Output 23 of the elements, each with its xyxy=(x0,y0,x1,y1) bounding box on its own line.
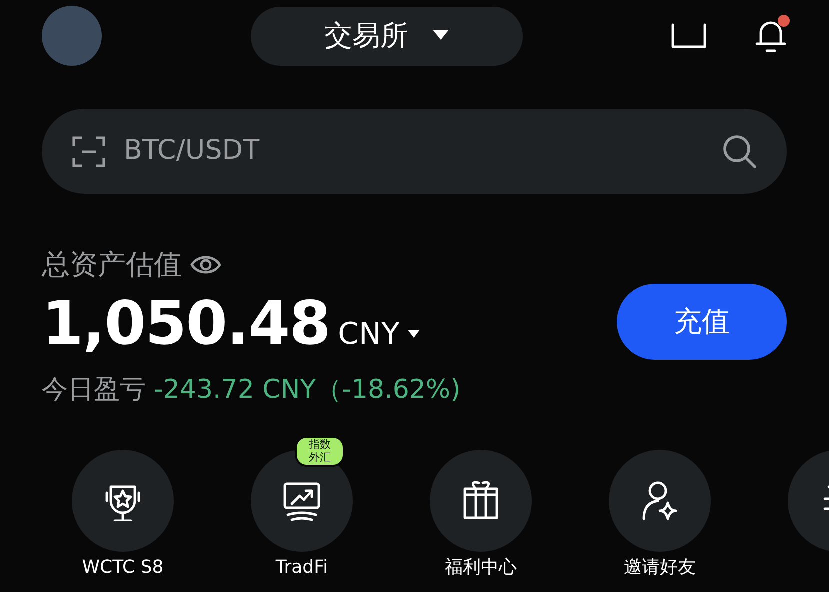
eye-icon[interactable] xyxy=(190,254,222,276)
search-icon[interactable] xyxy=(723,134,757,168)
currency-selector[interactable]: CNY xyxy=(338,312,420,357)
search-input[interactable]: BTC/USDT xyxy=(122,130,707,173)
user-sparkle-icon xyxy=(640,481,680,521)
shortcut-label: 邀请好友 xyxy=(623,556,697,580)
notification-bell-icon[interactable] xyxy=(755,18,787,54)
deposit-button[interactable]: 充值 xyxy=(617,284,787,360)
exchange-selector[interactable]: 交易所 xyxy=(250,6,522,66)
monitor-chart-icon xyxy=(282,481,322,521)
search-field[interactable]: BTC/USDT xyxy=(42,109,787,194)
caret-icon xyxy=(432,30,448,42)
asset-label: 总资产估值 xyxy=(42,247,182,283)
shortcut-label: TradFi xyxy=(274,556,330,580)
gift-icon xyxy=(461,481,501,521)
caret-icon xyxy=(408,330,420,339)
pnl-value: -243.72 CNY（-18.62%) xyxy=(154,374,461,407)
scan-icon[interactable] xyxy=(72,136,106,168)
shortcut-label: WCTC S8 xyxy=(81,556,165,580)
shortcut-label: 福利中心 xyxy=(444,556,518,580)
feature-tag: 指数外汇 xyxy=(295,436,345,468)
total-amount: 1,050.48 xyxy=(42,294,330,354)
pnl-label: 今日盈亏 xyxy=(42,374,146,407)
